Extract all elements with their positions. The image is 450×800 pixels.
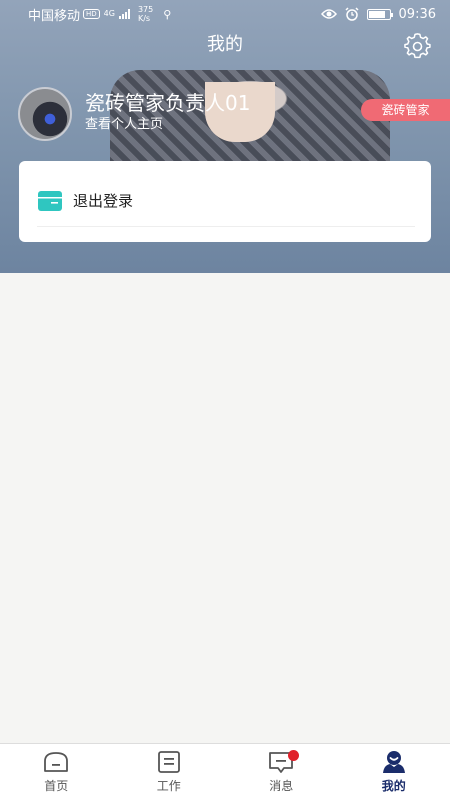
battery-icon <box>366 8 393 20</box>
menu-card: 退出登录 <box>19 161 431 242</box>
view-profile-link[interactable]: 查看个人主页 <box>85 116 163 134</box>
tab-home[interactable]: 首页 <box>0 744 113 800</box>
profile-icon <box>382 751 405 773</box>
network-speed-value: 375 <box>137 5 154 14</box>
signal-icon <box>118 9 130 19</box>
alarm-icon <box>345 7 359 21</box>
eye-icon <box>320 9 337 19</box>
settings-gear-icon[interactable] <box>404 32 432 60</box>
role-badge: 瓷砖管家 <box>361 99 450 121</box>
work-icon <box>157 751 180 773</box>
clock: 09:36 <box>398 6 436 22</box>
user-name: 瓷砖管家负责人01 <box>85 91 251 115</box>
page-title: 我的 <box>207 34 243 55</box>
tab-profile-label: 我的 <box>381 779 406 793</box>
bottom-tab-bar: 首页 工作 消息 我的 <box>0 743 450 800</box>
usb-icon: ⚲ <box>163 7 172 21</box>
tab-home-label: 首页 <box>44 779 69 793</box>
avatar[interactable] <box>18 87 72 141</box>
tab-messages-label: 消息 <box>269 779 294 793</box>
hd-badge: HD <box>83 9 100 19</box>
notification-dot <box>288 750 299 761</box>
logout-label: 退出登录 <box>73 192 134 210</box>
box-icon <box>38 190 62 211</box>
tab-profile[interactable]: 我的 <box>338 744 450 800</box>
network-speed: 375 K/s <box>138 5 153 23</box>
network-type: 4G <box>103 9 115 18</box>
network-speed-unit: K/s <box>137 14 151 23</box>
home-icon <box>44 752 69 772</box>
tab-work-label: 工作 <box>156 779 181 793</box>
status-bar: 中国移动 HD 4G 375 K/s ⚲ 09:36 <box>0 0 450 28</box>
logout-menu-item[interactable]: 退出登录 <box>37 175 415 227</box>
tab-work[interactable]: 工作 <box>113 744 226 800</box>
tab-messages[interactable]: 消息 <box>225 744 338 800</box>
carrier-name: 中国移动 <box>28 8 81 24</box>
